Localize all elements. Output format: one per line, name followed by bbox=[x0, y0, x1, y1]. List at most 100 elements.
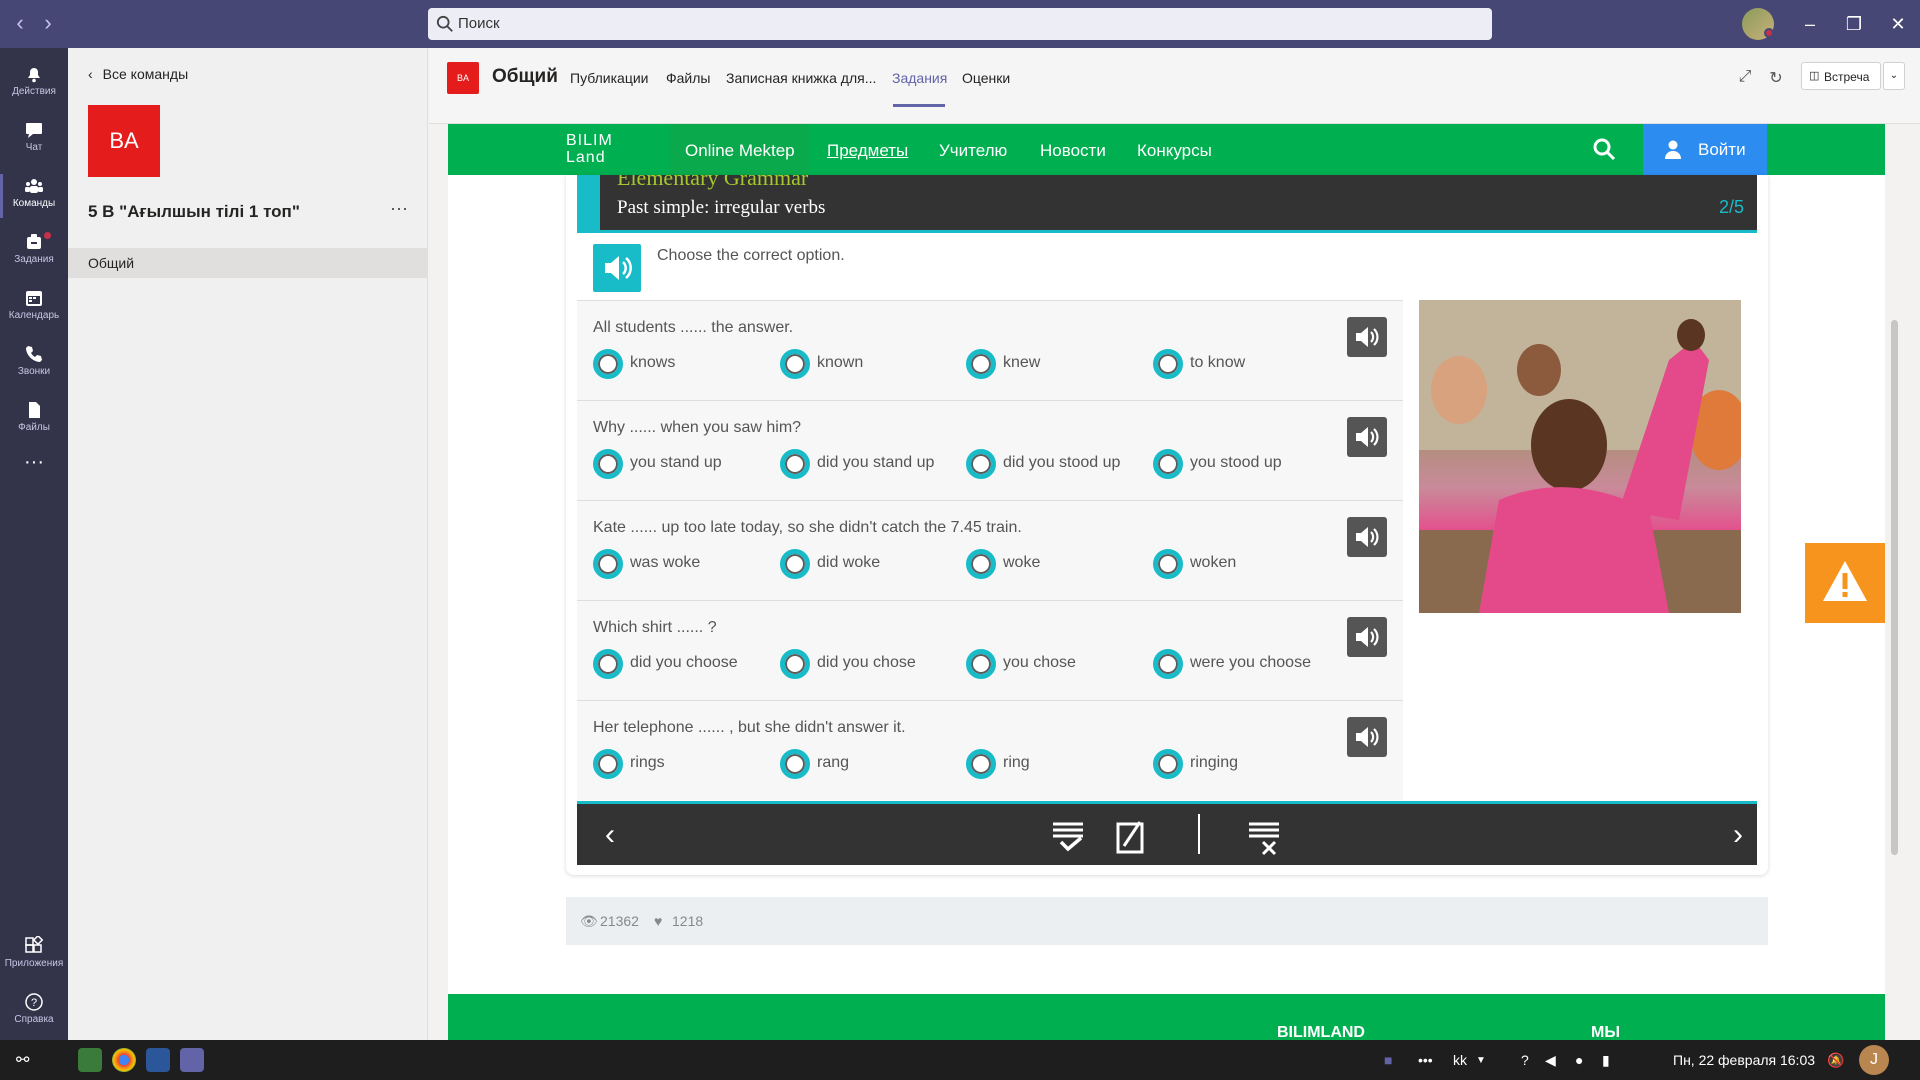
nav-news[interactable]: Новости bbox=[1040, 141, 1106, 161]
notebook-icon[interactable] bbox=[1112, 818, 1150, 856]
clock[interactable]: Пн, 22 февраля 16:03 bbox=[1673, 1052, 1815, 1068]
radio-button[interactable] bbox=[1153, 749, 1183, 779]
tab-notebook[interactable]: Записная книжка для... bbox=[726, 70, 876, 86]
radio-button[interactable] bbox=[780, 749, 810, 779]
bilimland-logo[interactable]: BILIM Land bbox=[566, 132, 613, 166]
report-error-button[interactable] bbox=[1805, 543, 1885, 623]
check-answers-icon[interactable] bbox=[1049, 818, 1087, 856]
search-input[interactable]: Поиск bbox=[428, 8, 1492, 40]
nav-teacher[interactable]: Учителю bbox=[939, 141, 1007, 161]
tab-grades[interactable]: Оценки bbox=[962, 70, 1010, 86]
meet-button[interactable]: ◫ Встреча bbox=[1801, 62, 1881, 90]
refresh-icon[interactable]: ↻ bbox=[1765, 68, 1787, 90]
clear-answers-icon[interactable] bbox=[1245, 818, 1283, 856]
speaker-icon[interactable] bbox=[1347, 717, 1387, 757]
scroll-thumb[interactable] bbox=[1891, 320, 1898, 855]
tab-assignments[interactable]: Задания bbox=[892, 70, 947, 86]
launcher-icon[interactable]: ⚯ bbox=[16, 1050, 29, 1070]
rail-files[interactable]: Файлы bbox=[0, 392, 68, 448]
answer-option[interactable]: rang bbox=[780, 749, 960, 779]
answer-option[interactable]: you chose bbox=[966, 649, 1146, 679]
answer-option[interactable]: did you stood up bbox=[966, 449, 1146, 479]
rail-calendar[interactable]: Календарь bbox=[0, 280, 68, 336]
radio-button[interactable] bbox=[966, 549, 996, 579]
answer-option[interactable]: ringing bbox=[1153, 749, 1333, 779]
meet-dropdown-icon[interactable]: ⌄ bbox=[1883, 62, 1905, 90]
radio-button[interactable] bbox=[1153, 649, 1183, 679]
chrome-icon[interactable] bbox=[112, 1048, 136, 1072]
teams-app-icon[interactable] bbox=[180, 1048, 204, 1072]
keyboard-language[interactable]: kk bbox=[1453, 1052, 1467, 1068]
prev-arrow-icon[interactable]: ‹ bbox=[605, 818, 643, 856]
radio-button[interactable] bbox=[1153, 349, 1183, 379]
radio-button[interactable] bbox=[966, 349, 996, 379]
tab-files[interactable]: Файлы bbox=[666, 70, 710, 86]
volume-icon[interactable]: ◀ bbox=[1545, 1052, 1556, 1069]
radio-button[interactable] bbox=[780, 649, 810, 679]
radio-button[interactable] bbox=[780, 349, 810, 379]
radio-button[interactable] bbox=[1153, 449, 1183, 479]
radio-button[interactable] bbox=[966, 749, 996, 779]
answer-option[interactable]: knows bbox=[593, 349, 773, 379]
radio-button[interactable] bbox=[1153, 549, 1183, 579]
answer-option[interactable]: did you choose bbox=[593, 649, 773, 679]
radio-button[interactable] bbox=[966, 649, 996, 679]
answer-option[interactable]: you stand up bbox=[593, 449, 773, 479]
user-avatar-tray[interactable]: J bbox=[1859, 1045, 1889, 1075]
radio-button[interactable] bbox=[780, 549, 810, 579]
speaker-icon[interactable] bbox=[1347, 417, 1387, 457]
expand-icon[interactable]: ⤢ bbox=[1734, 68, 1756, 90]
answer-option[interactable]: were you choose bbox=[1153, 649, 1333, 679]
heart-icon[interactable]: ♥ bbox=[654, 913, 662, 929]
rail-assignments[interactable]: Задания bbox=[0, 224, 68, 280]
nav-contests[interactable]: Конкурсы bbox=[1137, 141, 1212, 161]
nav-subjects[interactable]: Предметы bbox=[827, 141, 908, 161]
teams-tray-icon[interactable]: ■ bbox=[1384, 1052, 1392, 1068]
docs-icon[interactable] bbox=[146, 1048, 170, 1072]
answer-option[interactable]: to know bbox=[1153, 349, 1333, 379]
answer-option[interactable]: ring bbox=[966, 749, 1146, 779]
forward-arrow-icon[interactable]: › bbox=[36, 12, 60, 36]
radio-button[interactable] bbox=[593, 749, 623, 779]
more-tray-icon[interactable]: ••• bbox=[1418, 1052, 1433, 1068]
answer-option[interactable]: did woke bbox=[780, 549, 960, 579]
answer-option[interactable]: was woke bbox=[593, 549, 773, 579]
nav-online-mektep[interactable]: Online Mektep bbox=[685, 141, 795, 161]
all-teams-link[interactable]: ‹ Все команды bbox=[88, 66, 188, 82]
speaker-icon[interactable] bbox=[1347, 517, 1387, 557]
channel-item-general[interactable]: Общий bbox=[68, 248, 428, 278]
speaker-icon[interactable] bbox=[1347, 317, 1387, 357]
answer-option[interactable]: did you stand up bbox=[780, 449, 960, 479]
answer-option[interactable]: knew bbox=[966, 349, 1146, 379]
answer-option[interactable]: you stood up bbox=[1153, 449, 1333, 479]
radio-button[interactable] bbox=[593, 449, 623, 479]
radio-button[interactable] bbox=[593, 549, 623, 579]
rail-activity[interactable]: Действия bbox=[0, 56, 68, 112]
answer-option[interactable]: woke bbox=[966, 549, 1146, 579]
search-icon[interactable] bbox=[1592, 137, 1616, 161]
answer-option[interactable]: rings bbox=[593, 749, 773, 779]
close-icon[interactable]: ✕ bbox=[1878, 10, 1918, 38]
rail-chat[interactable]: Чат bbox=[0, 112, 68, 168]
rail-calls[interactable]: Звонки bbox=[0, 336, 68, 392]
answer-option[interactable]: woken bbox=[1153, 549, 1333, 579]
answer-option[interactable]: known bbox=[780, 349, 960, 379]
back-arrow-icon[interactable]: ‹ bbox=[8, 12, 32, 36]
next-arrow-icon[interactable]: › bbox=[1705, 818, 1743, 856]
lang-dropdown-icon[interactable]: ▼ bbox=[1476, 1055, 1486, 1066]
dnd-icon[interactable]: 🔕 bbox=[1827, 1052, 1844, 1069]
speaker-icon[interactable] bbox=[593, 244, 641, 292]
speaker-icon[interactable] bbox=[1347, 617, 1387, 657]
radio-button[interactable] bbox=[966, 449, 996, 479]
help-tray-icon[interactable]: ? bbox=[1521, 1052, 1529, 1068]
rail-teams[interactable]: Команды bbox=[0, 168, 68, 224]
answer-option[interactable]: did you chose bbox=[780, 649, 960, 679]
minimize-icon[interactable]: – bbox=[1790, 10, 1830, 38]
radio-button[interactable] bbox=[593, 649, 623, 679]
tab-posts[interactable]: Публикации bbox=[570, 70, 648, 86]
rail-apps[interactable]: Приложения bbox=[0, 928, 68, 984]
rail-help[interactable]: ? Справка bbox=[0, 984, 68, 1040]
radio-button[interactable] bbox=[780, 449, 810, 479]
login-button[interactable]: Войти bbox=[1643, 124, 1767, 175]
mic-icon[interactable]: ● bbox=[1575, 1052, 1583, 1068]
